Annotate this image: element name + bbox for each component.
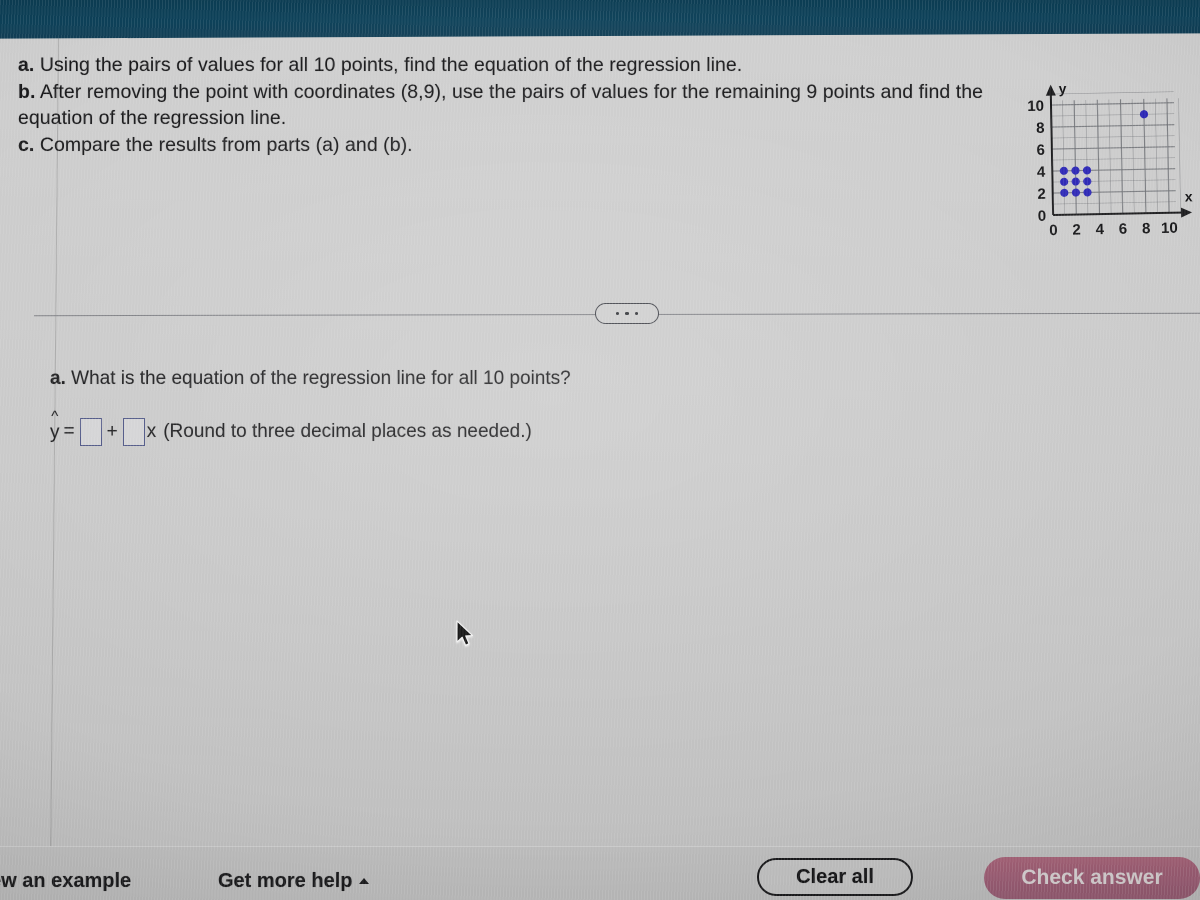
- answer-part-label: a.: [50, 368, 66, 389]
- slope-input[interactable]: [122, 418, 145, 446]
- svg-text:x: x: [1185, 188, 1193, 204]
- svg-text:10: 10: [1027, 98, 1044, 115]
- svg-text:0: 0: [1038, 208, 1047, 225]
- clear-all-button[interactable]: Clear all: [757, 858, 913, 896]
- svg-text:y: y: [1059, 80, 1067, 96]
- answer-question-body: What is the equation of the regression l…: [65, 368, 571, 389]
- y-letter: y: [50, 422, 60, 443]
- more-options-ellipsis-button[interactable]: [595, 303, 659, 324]
- svg-text:8: 8: [1036, 120, 1045, 137]
- clear-all-label: Clear all: [796, 865, 874, 888]
- x-variable-label: x: [146, 421, 157, 442]
- svg-text:6: 6: [1036, 142, 1045, 159]
- svg-text:4: 4: [1037, 164, 1046, 181]
- prompt-line-a: a. Using the pairs of values for all 10 …: [18, 52, 1003, 79]
- svg-text:8: 8: [1142, 220, 1151, 237]
- prompt-line-b-text: After removing the point with coordinate…: [18, 80, 984, 130]
- get-more-help-label: Get more help: [218, 870, 353, 892]
- check-answer-label: Check answer: [1021, 866, 1163, 889]
- svg-text:2: 2: [1072, 221, 1081, 238]
- scatter-plot-figure: 0 2 4 6 8 10 0 2 4 6 8 10 x y: [1014, 54, 1198, 257]
- svg-text:4: 4: [1095, 221, 1104, 238]
- ellipsis-dot: [625, 311, 629, 316]
- chevron-up-icon: [359, 877, 370, 884]
- answer-question-text: a. What is the equation of the regressio…: [50, 366, 950, 391]
- answer-section: a. What is the equation of the regressio…: [50, 366, 950, 446]
- prompt-line-a-text: Using the pairs of values for all 10 poi…: [34, 54, 743, 76]
- question-prompt: a. Using the pairs of values for all 10 …: [18, 52, 1003, 158]
- get-more-help-button[interactable]: Get more help: [218, 870, 370, 893]
- svg-text:0: 0: [1049, 222, 1058, 239]
- prompt-line-c: c. Compare the results from parts (a) an…: [18, 132, 1003, 159]
- view-example-button[interactable]: ew an example: [0, 870, 131, 893]
- y-hat-symbol: ^ y: [50, 409, 60, 444]
- prompt-line-b: b. After removing the point with coordin…: [18, 79, 1003, 132]
- svg-text:6: 6: [1119, 221, 1128, 238]
- plus-sign: +: [106, 421, 118, 442]
- scatter-plot-svg: 0 2 4 6 8 100246810xy: [1027, 80, 1193, 239]
- check-answer-button[interactable]: Check answer: [984, 857, 1200, 899]
- prompt-line-c-text: Compare the results from parts (a) and (…: [34, 133, 413, 156]
- svg-text:10: 10: [1161, 220, 1178, 237]
- regression-equation-row: ^ y = + x (Round to three decimal places…: [50, 409, 950, 446]
- view-example-label: ew an example: [0, 870, 132, 892]
- hat-accent: ^: [51, 408, 59, 425]
- intercept-input[interactable]: [79, 418, 102, 446]
- mouse-cursor-icon: [456, 620, 474, 646]
- app-header-bar: [0, 0, 1200, 39]
- screen-photo: a. Using the pairs of values for all 10 …: [0, 0, 1200, 900]
- svg-text:2: 2: [1037, 186, 1046, 203]
- ellipsis-dot: [634, 311, 639, 316]
- prompt-line-a-label: a.: [18, 54, 35, 76]
- equals-sign: =: [63, 421, 75, 442]
- prompt-line-b-label: b.: [18, 80, 36, 103]
- ellipsis-dot: [615, 311, 620, 316]
- rounding-instruction: (Round to three decimal places as needed…: [163, 421, 532, 442]
- prompt-line-c-label: c.: [18, 133, 35, 156]
